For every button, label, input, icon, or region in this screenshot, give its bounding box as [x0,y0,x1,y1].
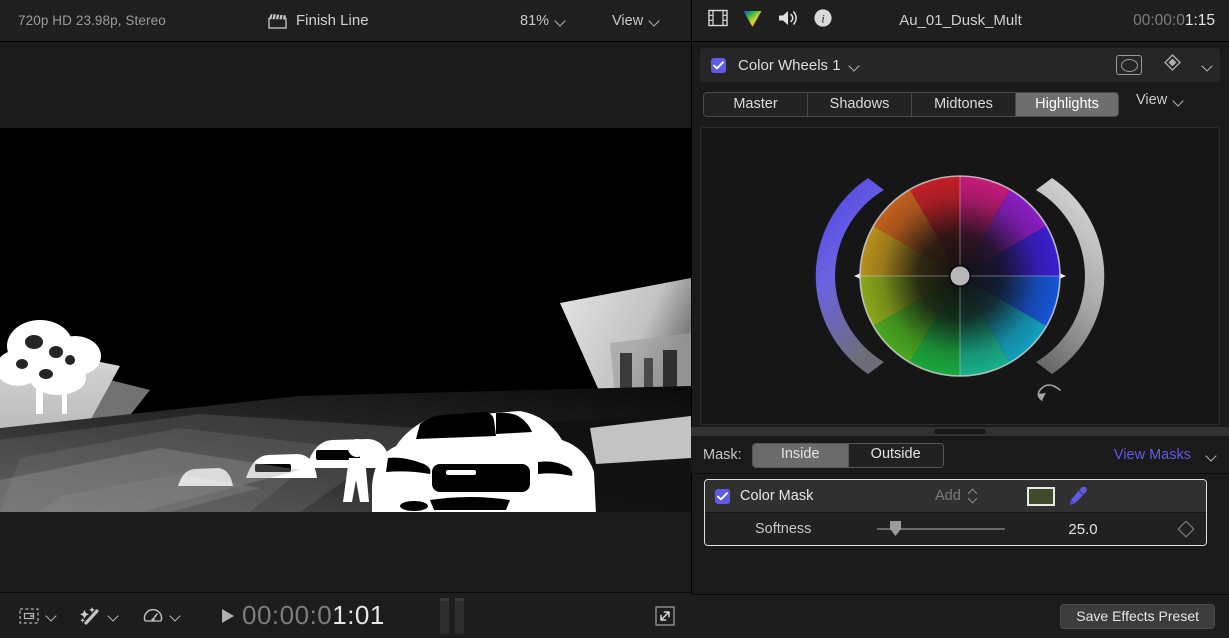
inspector-timecode-value: 1:15 [1185,12,1215,29]
effect-enabled-checkbox[interactable] [711,58,726,73]
enhance-tool-menu[interactable] [78,604,118,628]
viewer-format-label: 720p HD 23.98p, Stereo [18,13,166,28]
magic-wand-icon [78,604,104,628]
softness-slider-knob[interactable] [889,521,902,537]
softness-keyframe-diamond-icon[interactable] [1178,521,1195,538]
viewer-view-menu[interactable]: View [612,13,659,29]
softness-label: Softness [755,521,811,537]
effect-header-row: Color Wheels 1 [700,48,1220,82]
viewer-header: 720p HD 23.98p, Stereo Finish Line 81% V… [0,0,691,42]
softness-value[interactable]: 25.0 [1053,521,1113,538]
viewer-zoom-value: 81% [520,13,549,29]
color-mask-enabled-checkbox[interactable] [715,489,730,504]
viewer-zoom-menu[interactable]: 81% [520,13,565,29]
reset-arrow-icon [1038,385,1060,400]
transform-tool-menu[interactable] [16,604,56,628]
viewer-view-label: View [612,13,643,29]
color-mask-mode-value: Add [935,488,961,504]
clapperboard-icon [268,13,287,29]
inspector-timecode-prefix: 00:00:0 [1133,12,1185,29]
shape-mask-icon[interactable] [1116,55,1142,75]
view-masks-button[interactable]: View Masks [1114,447,1191,463]
color-wheel-panel [700,127,1220,425]
viewer-clip-title-group[interactable]: Finish Line [268,12,369,29]
color-wheel-highlights[interactable] [810,138,1110,414]
tab-midtones[interactable]: Midtones [911,92,1015,117]
effect-name-label: Color Wheels 1 [738,57,841,74]
inspector-timecode: 00:00:01:15 [1133,12,1215,30]
viewer-mask-image [0,128,691,512]
viewer-video-area[interactable] [0,128,691,512]
mask-label: Mask: [703,447,742,463]
chevron-down-icon [109,611,118,620]
play-icon[interactable] [222,609,234,623]
expand-icon[interactable] [653,604,677,628]
panel-resize-handle[interactable] [691,427,1229,436]
color-mask-row: Color Mask Add [705,480,1206,513]
view-masks-chevron-down-icon[interactable] [1207,451,1216,460]
viewer-toolbar: 00:00:01:01 [0,592,691,638]
softness-row: Softness 25.0 [705,513,1206,545]
chevron-down-icon [1174,96,1183,105]
chevron-down-icon [556,16,565,25]
color-mask-swatch[interactable] [1027,487,1055,506]
tab-highlights[interactable]: Highlights [1015,92,1119,117]
up-down-chevron-icon [968,489,977,503]
viewer-timecode-prefix: 00:00:0 [242,600,332,630]
wheel-view-label: View [1136,92,1167,108]
retime-tool-menu[interactable] [140,604,180,628]
eyedropper-icon[interactable] [1067,485,1089,507]
tab-master[interactable]: Master [703,92,807,117]
chevron-down-icon [650,16,659,25]
mask-row: Mask: Inside Outside View Masks [691,437,1229,474]
speedometer-icon [140,604,166,628]
color-wheel-tabs: Master Shadows Midtones Highlights [703,92,1119,117]
playhead-markers [440,598,464,634]
effect-menu-chevron-down-icon[interactable] [850,61,859,70]
color-mask-mode-dropdown[interactable]: Add [935,488,977,504]
viewer-timecode-value: 1:01 [332,600,385,630]
effect-options-chevron-down-icon[interactable] [1203,61,1212,70]
inspector-footer: Save Effects Preset [691,594,1229,638]
viewer-timecode-group[interactable]: 00:00:01:01 [222,600,385,631]
transform-icon [16,604,42,628]
mask-outside-button[interactable]: Outside [848,444,943,467]
chevron-down-icon [47,611,56,620]
viewer-clip-title: Finish Line [296,12,369,29]
color-mask-label: Color Mask [740,488,813,504]
final-cut-pro-window: 720p HD 23.98p, Stereo Finish Line 81% V… [0,0,1229,638]
chevron-down-icon [171,611,180,620]
mask-inside-button[interactable]: Inside [753,444,848,467]
color-mask-group: Color Mask Add Softness 25.0 [704,479,1207,546]
viewer-pane: 720p HD 23.98p, Stereo Finish Line 81% V… [0,0,691,638]
tab-shadows[interactable]: Shadows [807,92,911,117]
save-effects-preset-button[interactable]: Save Effects Preset [1060,604,1215,629]
keyframe-diamond-icon[interactable] [1164,54,1181,76]
resize-grip [934,429,986,434]
mask-inside-outside-segmented: Inside Outside [752,443,944,468]
inspector-header: i Au_01_Dusk_Mult 00:00:01:15 [692,0,1229,42]
wheel-view-menu[interactable]: View [1136,92,1183,108]
